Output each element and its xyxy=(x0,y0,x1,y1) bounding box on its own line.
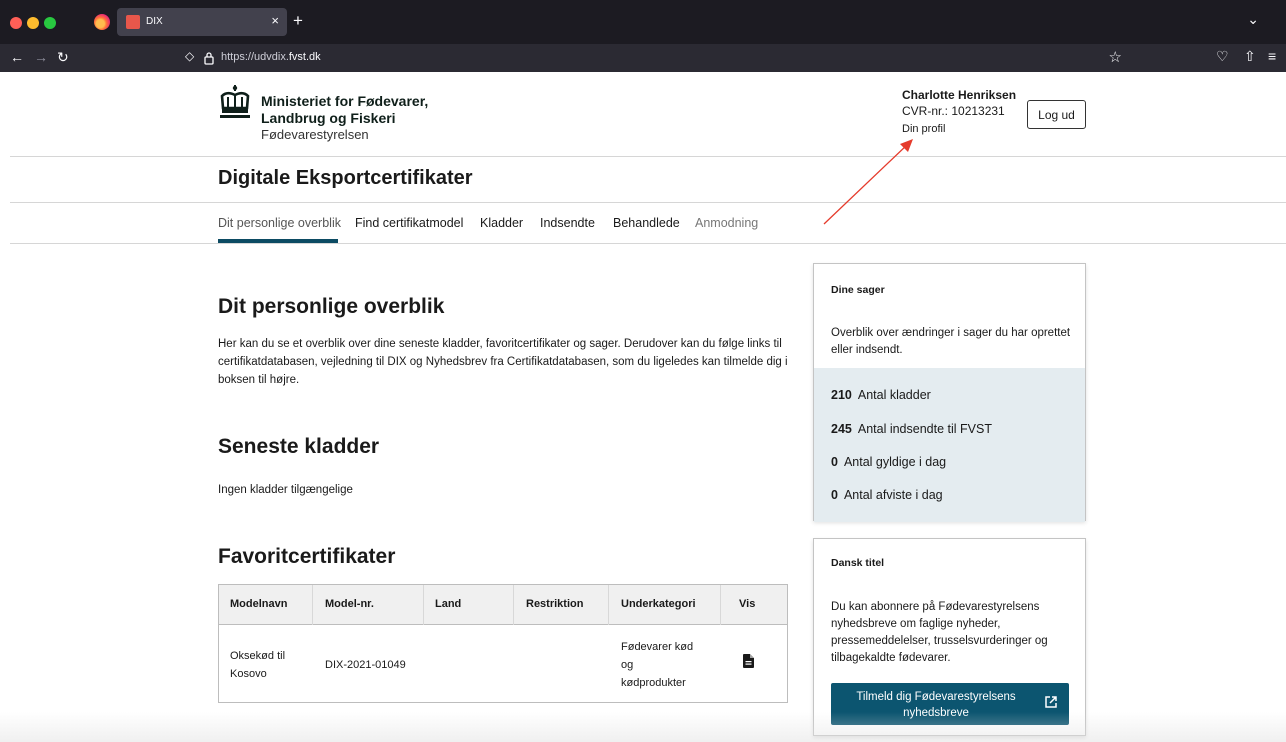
window-minimize-button[interactable] xyxy=(27,17,39,29)
stat-indsendte-label: Antal indsendte til FVST xyxy=(857,422,992,436)
column-divider xyxy=(608,585,609,625)
logout-button[interactable]: Log ud xyxy=(1027,100,1086,129)
nav-find-certifikatmodel[interactable]: Find certifikatmodel xyxy=(355,216,463,230)
site-title: Digitale Eksportcertifikater xyxy=(218,167,473,189)
browser-tab[interactable]: DIX × xyxy=(117,8,287,36)
list-tabs-icon[interactable]: ⌄ xyxy=(1247,11,1259,28)
back-icon[interactable]: ← xyxy=(10,48,24,66)
column-header-vis: Vis xyxy=(739,598,756,610)
url-text: https://udvdix.fvst.dk xyxy=(221,51,321,63)
new-tab-button[interactable]: + xyxy=(293,12,303,30)
page-title: Dit personlige overblik xyxy=(218,295,445,318)
reload-icon[interactable]: ↻ xyxy=(57,48,69,66)
subscribe-button-line1: Tilmeld dig Fødevarestyrelsens xyxy=(856,691,1016,703)
logo-ministry-line2[interactable]: Landbrug og Fiskeri xyxy=(261,110,396,126)
cell-modelnavn-line1: Oksekød til xyxy=(230,650,286,662)
cases-box-description: Overblik over ændringer i sager du har o… xyxy=(831,327,1071,356)
drafts-empty-message: Ingen kladder tilgængelige xyxy=(218,484,353,496)
pocket-icon[interactable]: ♡ xyxy=(1216,48,1229,65)
crown-logo-icon[interactable] xyxy=(216,84,254,122)
user-cvr: CVR-nr.: 10213231 xyxy=(902,104,1005,118)
cases-stats-panel: 210 Antal kladder 245 Antal indsendte til … xyxy=(814,368,1085,522)
cell-underkategori-line2: og xyxy=(621,659,634,671)
nav-kladder[interactable]: Kladder xyxy=(480,216,523,230)
page-bottom-shadow xyxy=(0,712,1286,742)
extensions-icon[interactable]: ⇧ xyxy=(1244,48,1256,65)
drafts-heading: Seneste kladder xyxy=(218,435,380,458)
column-divider xyxy=(312,585,313,625)
cell-modelnavn-line2: Kosovo xyxy=(230,668,267,680)
address-bar[interactable]: ◇ https://udvdix.fvst.dk ☆ xyxy=(178,47,1138,69)
cell-underkategori-line1: Fødevarer kød xyxy=(621,641,694,653)
cell-underkategori-line3: kødprodukter xyxy=(621,677,686,689)
favorites-heading: Favoritcertifikater xyxy=(218,545,396,568)
lock-icon[interactable] xyxy=(204,51,214,65)
column-header-model-nr[interactable]: Model-nr. xyxy=(325,598,374,610)
nav-dit-personlige-overblik[interactable]: Dit personlige overblik xyxy=(218,216,341,230)
bookmark-star-icon[interactable]: ☆ xyxy=(1109,48,1122,66)
stat-gyldige[interactable]: 0 Antal gyldige i dag xyxy=(831,455,946,469)
cell-model-nr: DIX-2021-01049 xyxy=(325,659,406,671)
nav-behandlede[interactable]: Behandlede xyxy=(613,216,680,230)
favorites-table: Modelnavn Model-nr. Land Restriktion Und… xyxy=(218,584,788,703)
stat-kladder[interactable]: 210 Antal kladder xyxy=(831,388,931,402)
header-divider xyxy=(10,156,1286,157)
column-header-underkategori[interactable]: Underkategori xyxy=(621,598,696,610)
menu-icon[interactable]: ≡ xyxy=(1268,48,1276,64)
tab-close-icon[interactable]: × xyxy=(271,13,279,29)
cell-underkategori: Fødevarer kød og kødprodukter xyxy=(621,638,693,692)
stat-gyldige-label: Antal gyldige i dag xyxy=(843,455,947,469)
newsletter-box-title: Dansk titel xyxy=(831,557,885,569)
tab-title: DIX xyxy=(146,16,163,27)
arrow-annotation xyxy=(823,139,913,225)
title-divider xyxy=(10,202,1286,203)
table-header: Modelnavn Model-nr. Land Restriktion Und… xyxy=(219,585,787,625)
browser-tab-bar: DIX × + ⌄ xyxy=(0,0,1286,44)
document-icon[interactable] xyxy=(743,654,754,668)
stat-afviste[interactable]: 0 Antal afviste i dag xyxy=(831,488,943,502)
window-close-button[interactable] xyxy=(10,17,22,29)
column-header-modelnavn[interactable]: Modelnavn xyxy=(230,598,287,610)
stat-indsendte[interactable]: 245 Antal indsendte til FVST xyxy=(831,422,992,436)
favicon-icon xyxy=(126,15,140,29)
cases-box: Dine sager Overblik over ændringer i sag… xyxy=(813,263,1086,522)
nav-divider xyxy=(10,243,1286,244)
stat-kladder-label: Antal kladder xyxy=(857,388,931,402)
profile-link[interactable]: Din profil xyxy=(902,123,945,135)
cell-modelnavn[interactable]: Oksekød til Kosovo xyxy=(230,647,285,683)
user-name: Charlotte Henriksen xyxy=(902,88,1017,102)
column-divider xyxy=(720,585,721,625)
url-prefix: https://udvdix. xyxy=(221,51,289,63)
logo-ministry-line1[interactable]: Ministeriet for Fødevarer, xyxy=(261,93,428,109)
stat-indsendte-value: 245 xyxy=(831,422,852,436)
intro-text: Her kan du se et overblik over dine sene… xyxy=(218,338,788,386)
logo-agency[interactable]: Fødevarestyrelsen xyxy=(261,127,369,142)
cases-box-title: Dine sager xyxy=(831,284,885,296)
column-divider xyxy=(513,585,514,625)
stat-kladder-value: 210 xyxy=(831,388,852,402)
nav-anmodning[interactable]: Anmodning xyxy=(695,216,758,230)
nav-indsendte[interactable]: Indsendte xyxy=(540,216,595,230)
url-domain: fvst.dk xyxy=(288,51,321,63)
column-header-land[interactable]: Land xyxy=(435,598,461,610)
external-link-icon xyxy=(1045,696,1057,708)
newsletter-box: Dansk titel Du kan abonnere på Fødevares… xyxy=(813,538,1086,736)
firefox-icon xyxy=(94,14,110,30)
stat-gyldige-value: 0 xyxy=(831,455,838,469)
column-header-restriktion[interactable]: Restriktion xyxy=(526,598,583,610)
tracking-shield-icon[interactable]: ◇ xyxy=(185,49,194,63)
stat-afviste-value: 0 xyxy=(831,488,838,502)
stat-afviste-label: Antal afviste i dag xyxy=(843,488,943,502)
window-maximize-button[interactable] xyxy=(44,17,56,29)
forward-icon[interactable]: → xyxy=(34,48,48,66)
newsletter-box-description: Du kan abonnere på Fødevarestyrelsens ny… xyxy=(831,601,1048,664)
column-divider xyxy=(423,585,424,625)
browser-nav-bar: ← → ↻ ◇ https://udvdix.fvst.dk ☆ ♡ ⇧ ≡ xyxy=(0,44,1286,72)
